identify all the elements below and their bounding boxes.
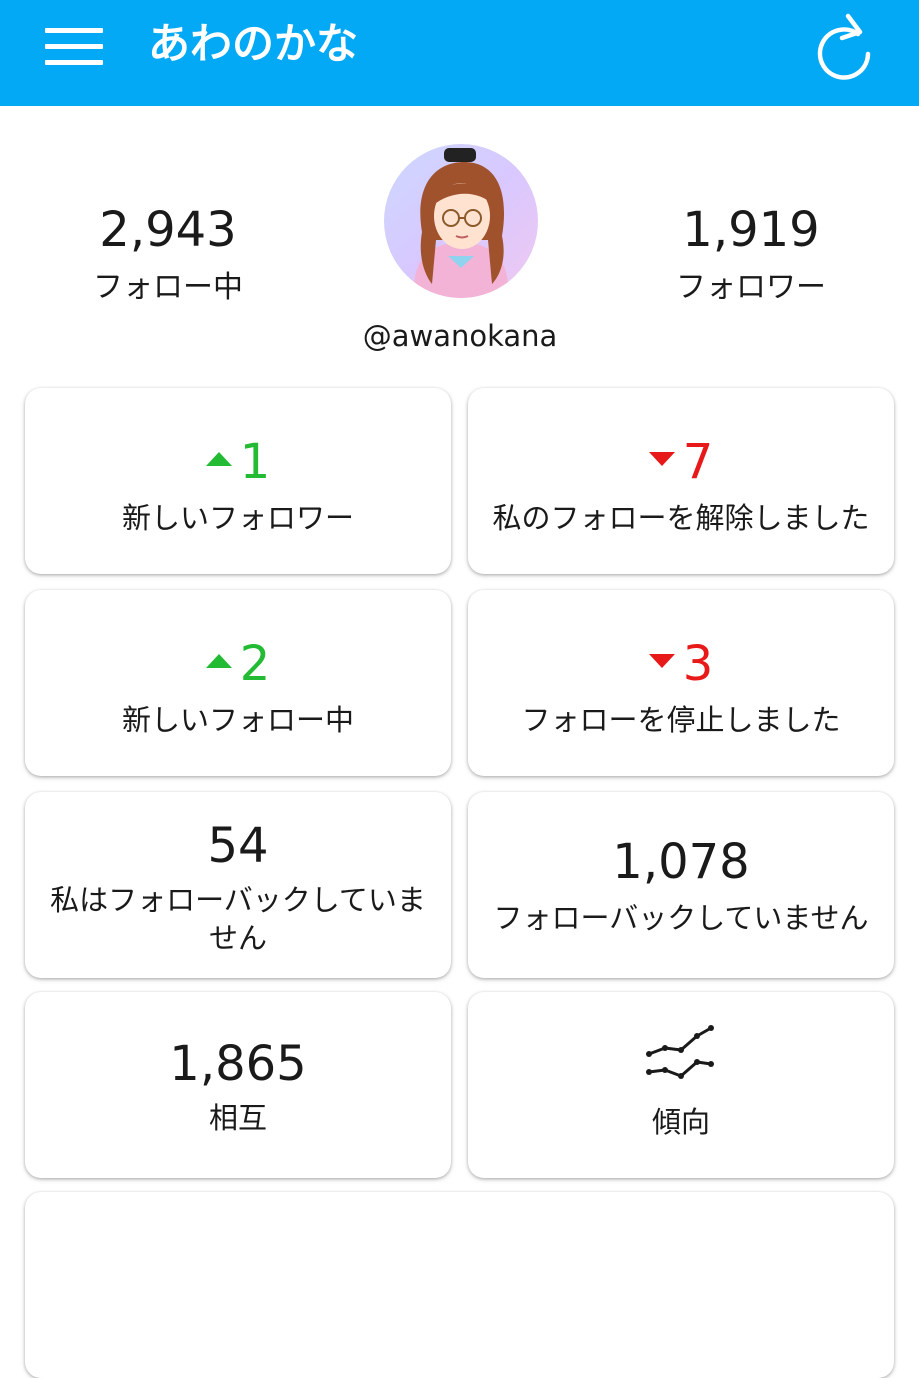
down-arrow-icon: [648, 654, 675, 668]
username-handle: @awanokana: [362, 319, 558, 353]
unfollowed-me-label: 私のフォローを解除しました: [492, 501, 870, 535]
new-followers-label: 新しいフォロワー: [121, 501, 354, 535]
unfollowed-me-card[interactable]: 7 私のフォローを解除しました: [468, 388, 894, 574]
app-title: あわのかな: [148, 19, 359, 68]
up-arrow-icon: [205, 654, 232, 668]
menu-button[interactable]: [40, 26, 108, 66]
not-following-back-me-value: 54: [207, 818, 269, 874]
not-following-back-me-card[interactable]: 54 私はフォローバックしていま せん: [25, 792, 451, 978]
next-card-partial[interactable]: [25, 1192, 894, 1378]
new-followers-card[interactable]: 1 新しいフォロワー: [25, 388, 451, 574]
trend-chart-icon: [646, 1025, 714, 1079]
refresh-icon: [817, 13, 871, 80]
up-arrow-icon: [205, 452, 232, 466]
stopped-following-label: フォローを停止しました: [521, 703, 841, 737]
new-following-label: 新しいフォロー中: [121, 703, 354, 737]
down-arrow-icon: [648, 452, 675, 466]
trends-card[interactable]: 傾向: [468, 992, 894, 1178]
following-stat[interactable]: 2,943 フォロー中: [38, 202, 298, 308]
avatar: [384, 144, 538, 298]
profile-summary: 2,943 フォロー中 1,919 フォロワー @awanokana: [0, 106, 919, 376]
unfollowed-me-value: 7: [468, 434, 894, 490]
followers-label: フォロワー: [676, 270, 826, 305]
followers-stat[interactable]: 1,919 フォロワー: [621, 202, 881, 308]
not-following-back-me-label-line1: 私はフォローバックしていま: [50, 883, 426, 917]
stopped-following-card[interactable]: 3 フォローを停止しました: [468, 590, 894, 776]
refresh-button[interactable]: [810, 10, 878, 82]
mutual-card[interactable]: 1,865 相互: [25, 992, 451, 1178]
following-label: フォロー中: [93, 270, 243, 305]
hamburger-menu-icon-bar: [45, 44, 103, 49]
not-following-back-card[interactable]: 1,078 フォローバックしていません: [468, 792, 894, 978]
avatar-illustration: [413, 148, 509, 298]
hamburger-menu-icon: [45, 28, 103, 33]
mutual-label: 相互: [208, 1101, 267, 1135]
hamburger-menu-icon-bar: [45, 60, 103, 65]
mutual-value: 1,865: [169, 1036, 307, 1092]
not-following-back-me-label-line2: せん: [208, 921, 267, 955]
following-count: 2,943: [99, 202, 237, 258]
trends-label: 傾向: [651, 1105, 710, 1139]
app-bar: あわのかな: [0, 0, 919, 106]
new-following-value: 2: [25, 636, 451, 692]
stopped-following-value: 3: [468, 636, 894, 692]
not-following-back-label: フォローバックしていません: [493, 901, 869, 935]
not-following-back-value: 1,078: [612, 834, 750, 890]
new-following-card[interactable]: 2 新しいフォロー中: [25, 590, 451, 776]
new-followers-value: 1: [25, 434, 451, 490]
followers-count: 1,919: [682, 202, 820, 258]
